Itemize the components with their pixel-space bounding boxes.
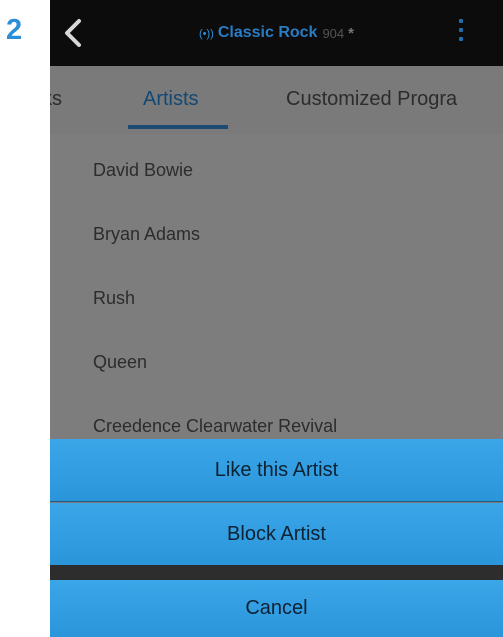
cancel-button[interactable]: Cancel — [50, 580, 503, 637]
list-item[interactable]: Queen — [50, 326, 503, 390]
station-title: (•)) Classic Rock 904 * — [50, 0, 503, 66]
vertical-dots-icon[interactable] — [456, 19, 466, 49]
active-tab-indicator — [128, 125, 228, 129]
artist-name: Bryan Adams — [93, 224, 201, 244]
tab-bar: ks Artists Customized Progra — [50, 66, 503, 134]
list-item[interactable]: Bryan Adams — [50, 198, 503, 262]
chevron-left-icon[interactable] — [62, 18, 84, 48]
like-artist-button[interactable]: Like this Artist — [50, 439, 503, 502]
list-item[interactable]: Rush — [50, 262, 503, 326]
list-item[interactable]: David Bowie — [50, 134, 503, 198]
artist-name: Queen — [93, 352, 148, 372]
block-artist-button[interactable]: Block Artist — [50, 503, 503, 565]
artist-list: David Bowie Bryan Adams Rush Queen Creed… — [50, 134, 503, 454]
action-sheet-divider — [50, 565, 503, 580]
radio-broadcast-icon: (•)) — [199, 27, 214, 40]
station-name: Classic Rock — [217, 24, 318, 41]
station-number: 904 — [322, 25, 345, 41]
favorite-star-icon: * — [348, 24, 354, 42]
artist-name: Rush — [93, 288, 136, 308]
phone-screen: (•)) Classic Rock 904 * ks Artists Custo… — [50, 0, 503, 637]
tab-artists[interactable]: Artists — [143, 88, 199, 111]
step-number: 2 — [6, 14, 23, 46]
tab-customized-programming[interactable]: Customized Progra — [286, 88, 457, 111]
tab-tracks[interactable]: ks — [50, 88, 62, 111]
top-bar: (•)) Classic Rock 904 * — [50, 0, 503, 66]
artist-name: David Bowie — [93, 160, 194, 180]
artist-name: Creedence Clearwater Revival — [93, 416, 338, 436]
